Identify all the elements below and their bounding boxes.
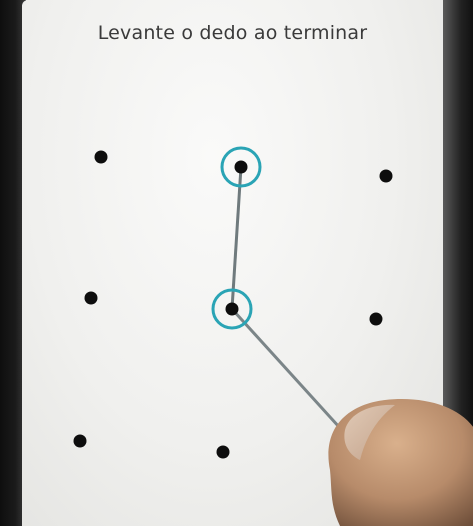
pattern-dot-r2c2[interactable]	[225, 302, 239, 316]
pattern-dot-r2c3[interactable]	[369, 312, 383, 326]
finger-icon	[328, 399, 473, 526]
pattern-dot-r2c1[interactable]	[84, 291, 98, 305]
pattern-dot-r1c1[interactable]	[94, 150, 108, 164]
pattern-grid[interactable]	[0, 0, 473, 526]
pattern-dot-r3c1[interactable]	[73, 434, 87, 448]
pattern-dot-r3c2[interactable]	[216, 445, 230, 459]
photo-frame: Levante o dedo ao terminar	[0, 0, 473, 526]
pattern-dot-r1c3[interactable]	[379, 169, 393, 183]
pattern-link	[230, 166, 243, 310]
pattern-trail	[230, 307, 342, 430]
pattern-dot-r1c2[interactable]	[234, 160, 248, 174]
